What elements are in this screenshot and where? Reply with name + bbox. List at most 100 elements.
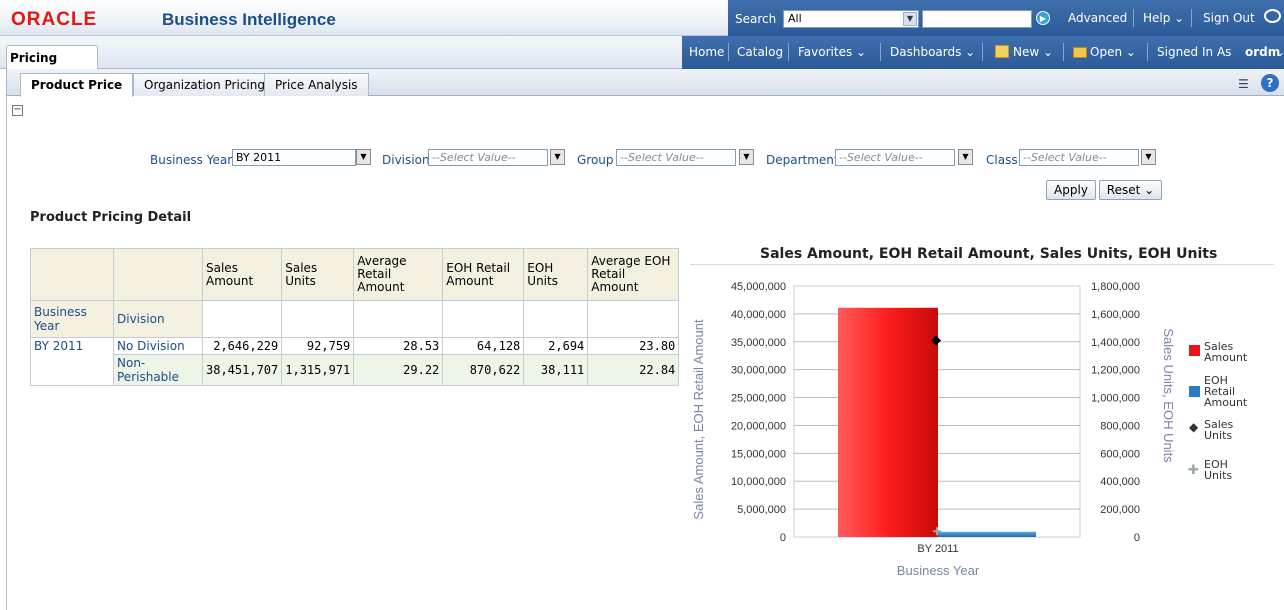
y-axis-title: Sales Amount, EOH Retail Amount bbox=[691, 319, 706, 520]
y-tick-label: 20,000,000 bbox=[731, 420, 786, 432]
empty-cell bbox=[353, 300, 444, 338]
column-header: Average Retail Amount bbox=[353, 248, 444, 301]
reset-button[interactable]: Reset ⌄ bbox=[1099, 180, 1162, 200]
division-label: Division bbox=[382, 153, 430, 167]
help-menu[interactable]: Help ⌄ bbox=[1143, 11, 1184, 25]
avg-eoh-retail-amount-cell: 22.84 bbox=[587, 354, 680, 386]
table-row-header-row: Business Year Division bbox=[30, 300, 680, 338]
collapse-section-icon[interactable]: − bbox=[12, 105, 23, 116]
division-select[interactable]: --Select Value-- bbox=[428, 149, 548, 166]
class-label: Class bbox=[986, 153, 1018, 167]
chart-title: Sales Amount, EOH Retail Amount, Sales U… bbox=[760, 246, 1218, 262]
product-title: Business Intelligence bbox=[162, 10, 336, 29]
y2-tick-label: 400,000 bbox=[1100, 476, 1140, 488]
legend-marker-eoh-units: ✚ bbox=[1188, 463, 1199, 478]
table-corner-cell bbox=[30, 248, 114, 301]
advanced-link[interactable]: Advanced bbox=[1068, 11, 1127, 25]
eoh-units-cell: 2,694 bbox=[523, 337, 589, 355]
apply-button[interactable]: Apply bbox=[1046, 180, 1096, 200]
sign-out-link[interactable]: Sign Out bbox=[1203, 11, 1255, 25]
search-scope-value: All bbox=[788, 12, 802, 25]
sales-amount-cell: 2,646,229 bbox=[201, 337, 283, 355]
search-circle-icon[interactable] bbox=[1264, 9, 1281, 23]
legend-text: Amount bbox=[1204, 351, 1248, 364]
legend-label-sales-amount: Sales Amount bbox=[1204, 341, 1247, 363]
y2-tick-label: 200,000 bbox=[1100, 504, 1140, 516]
division-cell[interactable]: No Division bbox=[113, 337, 203, 355]
chevron-down-icon[interactable]: ▼ bbox=[739, 149, 754, 165]
year-cell[interactable]: BY 2011 bbox=[30, 337, 114, 386]
legend-text: Units bbox=[1204, 469, 1233, 482]
row-header-division[interactable]: Division bbox=[113, 300, 203, 338]
chevron-down-icon[interactable]: ▼ bbox=[1141, 149, 1156, 165]
search-scope-select[interactable]: All ▼ bbox=[783, 10, 919, 28]
search-input[interactable] bbox=[922, 10, 1032, 28]
y-tick-label: 5,000,000 bbox=[737, 504, 786, 516]
home-link[interactable]: Home bbox=[689, 45, 724, 59]
avg-eoh-retail-amount-cell: 23.80 bbox=[587, 337, 680, 355]
chevron-down-icon[interactable]: ▼ bbox=[550, 149, 565, 165]
y-tick-label: 45,000,000 bbox=[731, 281, 786, 293]
signed-in-label: Signed In As bbox=[1157, 45, 1232, 59]
y2-tick-label: 1,000,000 bbox=[1091, 393, 1140, 405]
new-menu[interactable]: New ⌄ bbox=[1013, 45, 1053, 59]
separator bbox=[982, 43, 983, 61]
empty-cell bbox=[442, 300, 525, 338]
department-select[interactable]: --Select Value-- bbox=[835, 149, 955, 166]
column-header: EOH Retail Amount bbox=[442, 248, 525, 301]
dashboards-menu[interactable]: Dashboards ⌄ bbox=[890, 45, 975, 59]
table-header-row: Sales Amount Sales Units Average Retail … bbox=[30, 248, 680, 301]
catalog-link[interactable]: Catalog bbox=[737, 45, 783, 59]
table-corner-cell bbox=[113, 248, 203, 301]
search-go-icon[interactable]: ▶ bbox=[1036, 11, 1050, 25]
legend-label-sales-units: Sales Units bbox=[1204, 419, 1233, 441]
business-year-select[interactable]: BY 2011 bbox=[232, 149, 356, 166]
x-tick-label: BY 2011 bbox=[917, 543, 958, 555]
row-header-business-year[interactable]: Business Year bbox=[30, 300, 114, 338]
section-title: Product Pricing Detail bbox=[30, 210, 192, 225]
eoh-retail-amount-cell: 870,622 bbox=[442, 354, 525, 386]
group-select[interactable]: --Select Value-- bbox=[616, 149, 736, 166]
column-header: Sales Amount bbox=[201, 248, 283, 301]
legend-label-eoh-retail-amount: EOH Retail Amount bbox=[1204, 375, 1247, 408]
page-tab-pricing[interactable]: Pricing bbox=[6, 45, 98, 69]
legend-text: Amount bbox=[1204, 396, 1248, 409]
chevron-down-icon[interactable]: ⌄ bbox=[1275, 45, 1284, 59]
chevron-down-icon: ▼ bbox=[903, 12, 917, 26]
legend-swatch-eoh-retail-amount bbox=[1189, 386, 1200, 397]
sales-units-cell: 92,759 bbox=[281, 337, 355, 355]
folder-icon bbox=[1073, 47, 1087, 58]
y-tick-label: 15,000,000 bbox=[731, 448, 786, 460]
empty-cell bbox=[201, 300, 283, 338]
y-tick-label: 40,000,000 bbox=[731, 309, 786, 321]
empty-cell bbox=[523, 300, 589, 338]
class-select[interactable]: --Select Value-- bbox=[1019, 149, 1139, 166]
chevron-down-icon[interactable]: ▼ bbox=[958, 149, 973, 165]
table-row: Non-Perishable 38,451,707 1,315,971 29.2… bbox=[31, 354, 680, 386]
tab-price-analysis[interactable]: Price Analysis bbox=[264, 73, 369, 96]
chart-divider bbox=[690, 264, 1274, 265]
tab-product-price[interactable]: Product Price bbox=[20, 73, 134, 97]
help-icon[interactable]: ? bbox=[1261, 74, 1279, 92]
new-document-icon bbox=[995, 45, 1009, 58]
y2-tick-label: 1,600,000 bbox=[1091, 309, 1140, 321]
separator bbox=[1147, 43, 1148, 61]
chevron-down-icon[interactable]: ▼ bbox=[356, 149, 371, 165]
division-cell[interactable]: Non-Perishable bbox=[113, 354, 203, 386]
eoh-units-cell: 38,111 bbox=[523, 354, 589, 386]
y2-tick-label: 0 bbox=[1134, 532, 1140, 544]
legend-marker-sales-units: ◆ bbox=[1189, 420, 1199, 434]
legend-swatch-sales-amount bbox=[1189, 345, 1200, 356]
separator bbox=[1191, 9, 1192, 27]
tab-organization-pricing[interactable]: Organization Pricing bbox=[133, 73, 276, 96]
page-options-icon[interactable]: ☰ bbox=[1238, 77, 1252, 91]
legend-text: Units bbox=[1204, 429, 1233, 442]
oracle-logo: ORACLE bbox=[11, 9, 98, 30]
product-pricing-table: Sales Amount Sales Units Average Retail … bbox=[30, 248, 680, 386]
y2-tick-label: 1,200,000 bbox=[1091, 365, 1140, 377]
y-tick-label: 10,000,000 bbox=[731, 476, 786, 488]
separator bbox=[728, 43, 729, 61]
favorites-menu[interactable]: Favorites ⌄ bbox=[798, 45, 866, 59]
open-menu[interactable]: Open ⌄ bbox=[1090, 45, 1136, 59]
separator bbox=[880, 43, 881, 61]
